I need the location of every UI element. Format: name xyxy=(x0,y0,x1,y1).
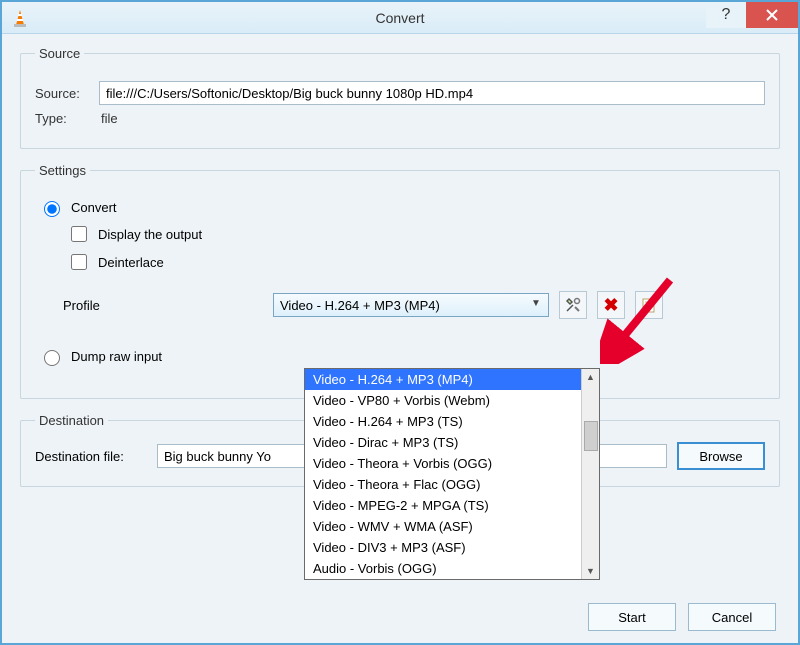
deinterlace-checkbox[interactable]: Deinterlace xyxy=(67,251,765,273)
display-output-label: Display the output xyxy=(98,227,202,242)
delete-profile-button[interactable]: ✖ xyxy=(597,291,625,319)
source-group: Source Source: Type: file xyxy=(20,46,780,149)
type-value: file xyxy=(101,111,118,126)
tools-icon xyxy=(564,296,582,314)
display-output-checkbox-input[interactable] xyxy=(71,226,87,242)
dropdown-scrollbar[interactable]: ▲ ▼ xyxy=(581,369,599,579)
profile-option[interactable]: Video - Theora + Flac (OGG) xyxy=(305,474,581,495)
convert-radio-label: Convert xyxy=(71,200,117,215)
deinterlace-label: Deinterlace xyxy=(98,255,164,270)
profile-option[interactable]: Video - DIV3 + MP3 (ASF) xyxy=(305,537,581,558)
type-label: Type: xyxy=(35,111,99,126)
profile-option[interactable]: Video - H.264 + MP3 (TS) xyxy=(305,411,581,432)
profile-option[interactable]: Video - Dirac + MP3 (TS) xyxy=(305,432,581,453)
convert-radio-input[interactable] xyxy=(44,201,60,217)
profile-option[interactable]: Video - MPEG-2 + MPGA (TS) xyxy=(305,495,581,516)
window-title: Convert xyxy=(2,10,798,26)
vlc-cone-icon xyxy=(10,8,30,28)
profile-option[interactable]: Video - VP80 + Vorbis (Webm) xyxy=(305,390,581,411)
profile-label: Profile xyxy=(63,298,263,313)
source-label: Source: xyxy=(35,86,99,101)
scroll-thumb[interactable] xyxy=(584,421,598,451)
destination-group-label: Destination xyxy=(35,413,108,428)
profile-option[interactable]: Video - WMV + WMA (ASF) xyxy=(305,516,581,537)
profile-combobox[interactable]: Video - H.264 + MP3 (MP4) ▼ xyxy=(273,293,549,317)
profile-option[interactable]: Video - Theora + Vorbis (OGG) xyxy=(305,453,581,474)
profile-selected-value: Video - H.264 + MP3 (MP4) xyxy=(280,298,440,313)
new-profile-icon xyxy=(640,296,658,314)
dump-raw-label: Dump raw input xyxy=(71,349,162,364)
source-input[interactable] xyxy=(99,81,765,105)
profile-dropdown-list[interactable]: Video - H.264 + MP3 (MP4)Video - VP80 + … xyxy=(304,368,600,580)
convert-dialog: Convert ? Source Source: Type: file Sett… xyxy=(0,0,800,645)
start-button[interactable]: Start xyxy=(588,603,676,631)
dialog-footer: Start Cancel xyxy=(588,603,776,631)
client-area: Source Source: Type: file Settings Conve… xyxy=(2,34,798,643)
browse-button[interactable]: Browse xyxy=(677,442,765,470)
edit-profile-button[interactable] xyxy=(559,291,587,319)
titlebar: Convert ? xyxy=(2,2,798,34)
convert-radio[interactable]: Convert xyxy=(39,198,765,217)
settings-group: Settings Convert Display the output Dein… xyxy=(20,163,780,399)
source-group-label: Source xyxy=(35,46,84,61)
profile-option[interactable]: Video - H.264 + MP3 (MP4) xyxy=(305,369,581,390)
close-button[interactable] xyxy=(746,2,798,28)
deinterlace-checkbox-input[interactable] xyxy=(71,254,87,270)
dump-raw-radio-input[interactable] xyxy=(44,350,60,366)
scroll-down-icon[interactable]: ▼ xyxy=(582,563,599,579)
help-button[interactable]: ? xyxy=(706,2,746,28)
profile-option[interactable]: Audio - Vorbis (OGG) xyxy=(305,558,581,579)
destination-file-label: Destination file: xyxy=(35,449,147,464)
cancel-button[interactable]: Cancel xyxy=(688,603,776,631)
scroll-up-icon[interactable]: ▲ xyxy=(582,369,599,385)
delete-icon: ✖ xyxy=(603,295,618,316)
dump-raw-radio[interactable]: Dump raw input xyxy=(39,347,765,366)
new-profile-button[interactable] xyxy=(635,291,663,319)
display-output-checkbox[interactable]: Display the output xyxy=(67,223,765,245)
chevron-down-icon: ▼ xyxy=(528,298,544,309)
settings-group-label: Settings xyxy=(35,163,90,178)
